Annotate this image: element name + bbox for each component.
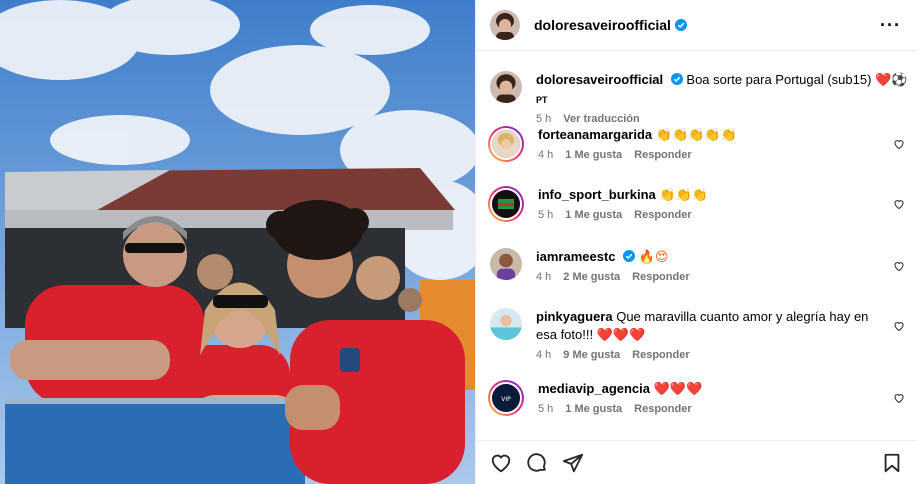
caption-username[interactable]: doloresaveiroofficial — [536, 72, 663, 87]
comment-heart-icon[interactable] — [893, 198, 905, 210]
comment-avatar[interactable] — [488, 126, 524, 162]
comment-avatar[interactable]: VIP — [488, 380, 524, 416]
reply-button[interactable]: Responder — [632, 349, 689, 361]
comment-time: 5 h — [538, 403, 554, 415]
comment-heart-icon[interactable] — [893, 260, 905, 272]
comments-list: doloresaveiroofficial Boa sorte para Por… — [476, 52, 917, 440]
comment-heart-icon[interactable] — [893, 392, 905, 404]
comment-avatar[interactable] — [488, 186, 524, 222]
comment-time: 4 h — [536, 349, 552, 361]
reply-button[interactable]: Responder — [634, 149, 691, 161]
caption-meta: 5 h Ver traducción — [536, 113, 911, 125]
comment-emoji: 🔥😍 — [638, 250, 669, 265]
comment-time: 5 h — [538, 209, 554, 221]
comment-emoji: ❤️❤️❤️ — [653, 382, 703, 397]
caption-time: 5 h — [536, 113, 552, 125]
share-icon[interactable] — [562, 452, 584, 474]
more-horizontal-icon[interactable]: ··· — [880, 16, 901, 34]
action-bar — [476, 440, 917, 484]
post-header: doloresaveiroofficial ··· — [476, 0, 917, 51]
comment-item: iamrameestc 🔥😍 4 h 2 Me gusta Responder — [490, 248, 911, 283]
comment-likes[interactable]: 1 Me gusta — [565, 403, 622, 415]
comment-emoji: 👏👏👏👏👏 — [655, 128, 737, 143]
reply-button[interactable]: Responder — [634, 403, 691, 415]
instagram-post-modal: doloresaveiroofficial ··· doloresaveiroo… — [0, 0, 917, 484]
caption-text: Boa sorte para Portugal (sub15) — [686, 72, 872, 87]
verified-badge-icon — [623, 250, 636, 262]
comment-likes[interactable]: 9 Me gusta — [563, 349, 620, 361]
comment-username[interactable]: iamrameestc — [536, 249, 616, 264]
verified-badge-icon — [674, 19, 687, 31]
comment-heart-icon[interactable] — [893, 320, 905, 332]
comment-emoji: ❤️❤️❤️ — [596, 328, 646, 343]
bookmark-icon[interactable] — [881, 452, 903, 474]
reply-button[interactable]: Responder — [634, 209, 691, 221]
photo-illustration — [0, 0, 475, 484]
comment-item: VIP mediavip_agencia ❤️❤️❤️ 5 h 1 Me gust… — [488, 380, 911, 416]
comment-icon[interactable] — [526, 452, 548, 474]
caption-emoji: ❤️⚽ — [875, 73, 908, 88]
comment-avatar[interactable] — [490, 308, 522, 340]
post-photo[interactable] — [0, 0, 475, 484]
post-side-panel: doloresaveiroofficial ··· doloresaveiroo… — [475, 0, 917, 484]
comment-likes[interactable]: 1 Me gusta — [565, 209, 622, 221]
comment-time: 4 h — [538, 149, 554, 161]
comment-item: info_sport_burkina 👏👏👏 5 h 1 Me gusta Resp… — [488, 186, 911, 222]
caption: doloresaveiroofficial Boa sorte para Por… — [490, 71, 911, 125]
comment-heart-icon[interactable] — [893, 138, 905, 150]
svg-text:VIP: VIP — [501, 396, 511, 403]
comment-username[interactable]: pinkyaguera — [536, 309, 613, 324]
comment-username[interactable]: forteanamargarida — [538, 127, 652, 142]
comment-item: forteanamargarida 👏👏👏👏👏 4 h 1 Me gusta Res… — [488, 126, 911, 162]
comment-username[interactable]: mediavip_agencia — [538, 381, 650, 396]
author-avatar[interactable] — [490, 71, 522, 103]
author-username[interactable]: doloresaveiroofficial — [534, 17, 671, 33]
comment-emoji: 👏👏👏 — [659, 188, 708, 203]
caption-flag: PT — [536, 95, 548, 105]
author-avatar[interactable] — [490, 10, 520, 40]
comment-item: pinkyaguera Que maravilla cuanto amor y … — [490, 308, 911, 361]
comment-username[interactable]: info_sport_burkina — [538, 187, 656, 202]
heart-icon[interactable] — [490, 452, 512, 474]
translate-link[interactable]: Ver traducción — [563, 113, 639, 125]
verified-badge-icon — [670, 73, 683, 85]
comment-likes[interactable]: 1 Me gusta — [565, 149, 622, 161]
reply-button[interactable]: Responder — [632, 271, 689, 283]
comment-time: 4 h — [536, 271, 552, 283]
comment-likes[interactable]: 2 Me gusta — [563, 271, 620, 283]
comment-avatar[interactable] — [490, 248, 522, 280]
